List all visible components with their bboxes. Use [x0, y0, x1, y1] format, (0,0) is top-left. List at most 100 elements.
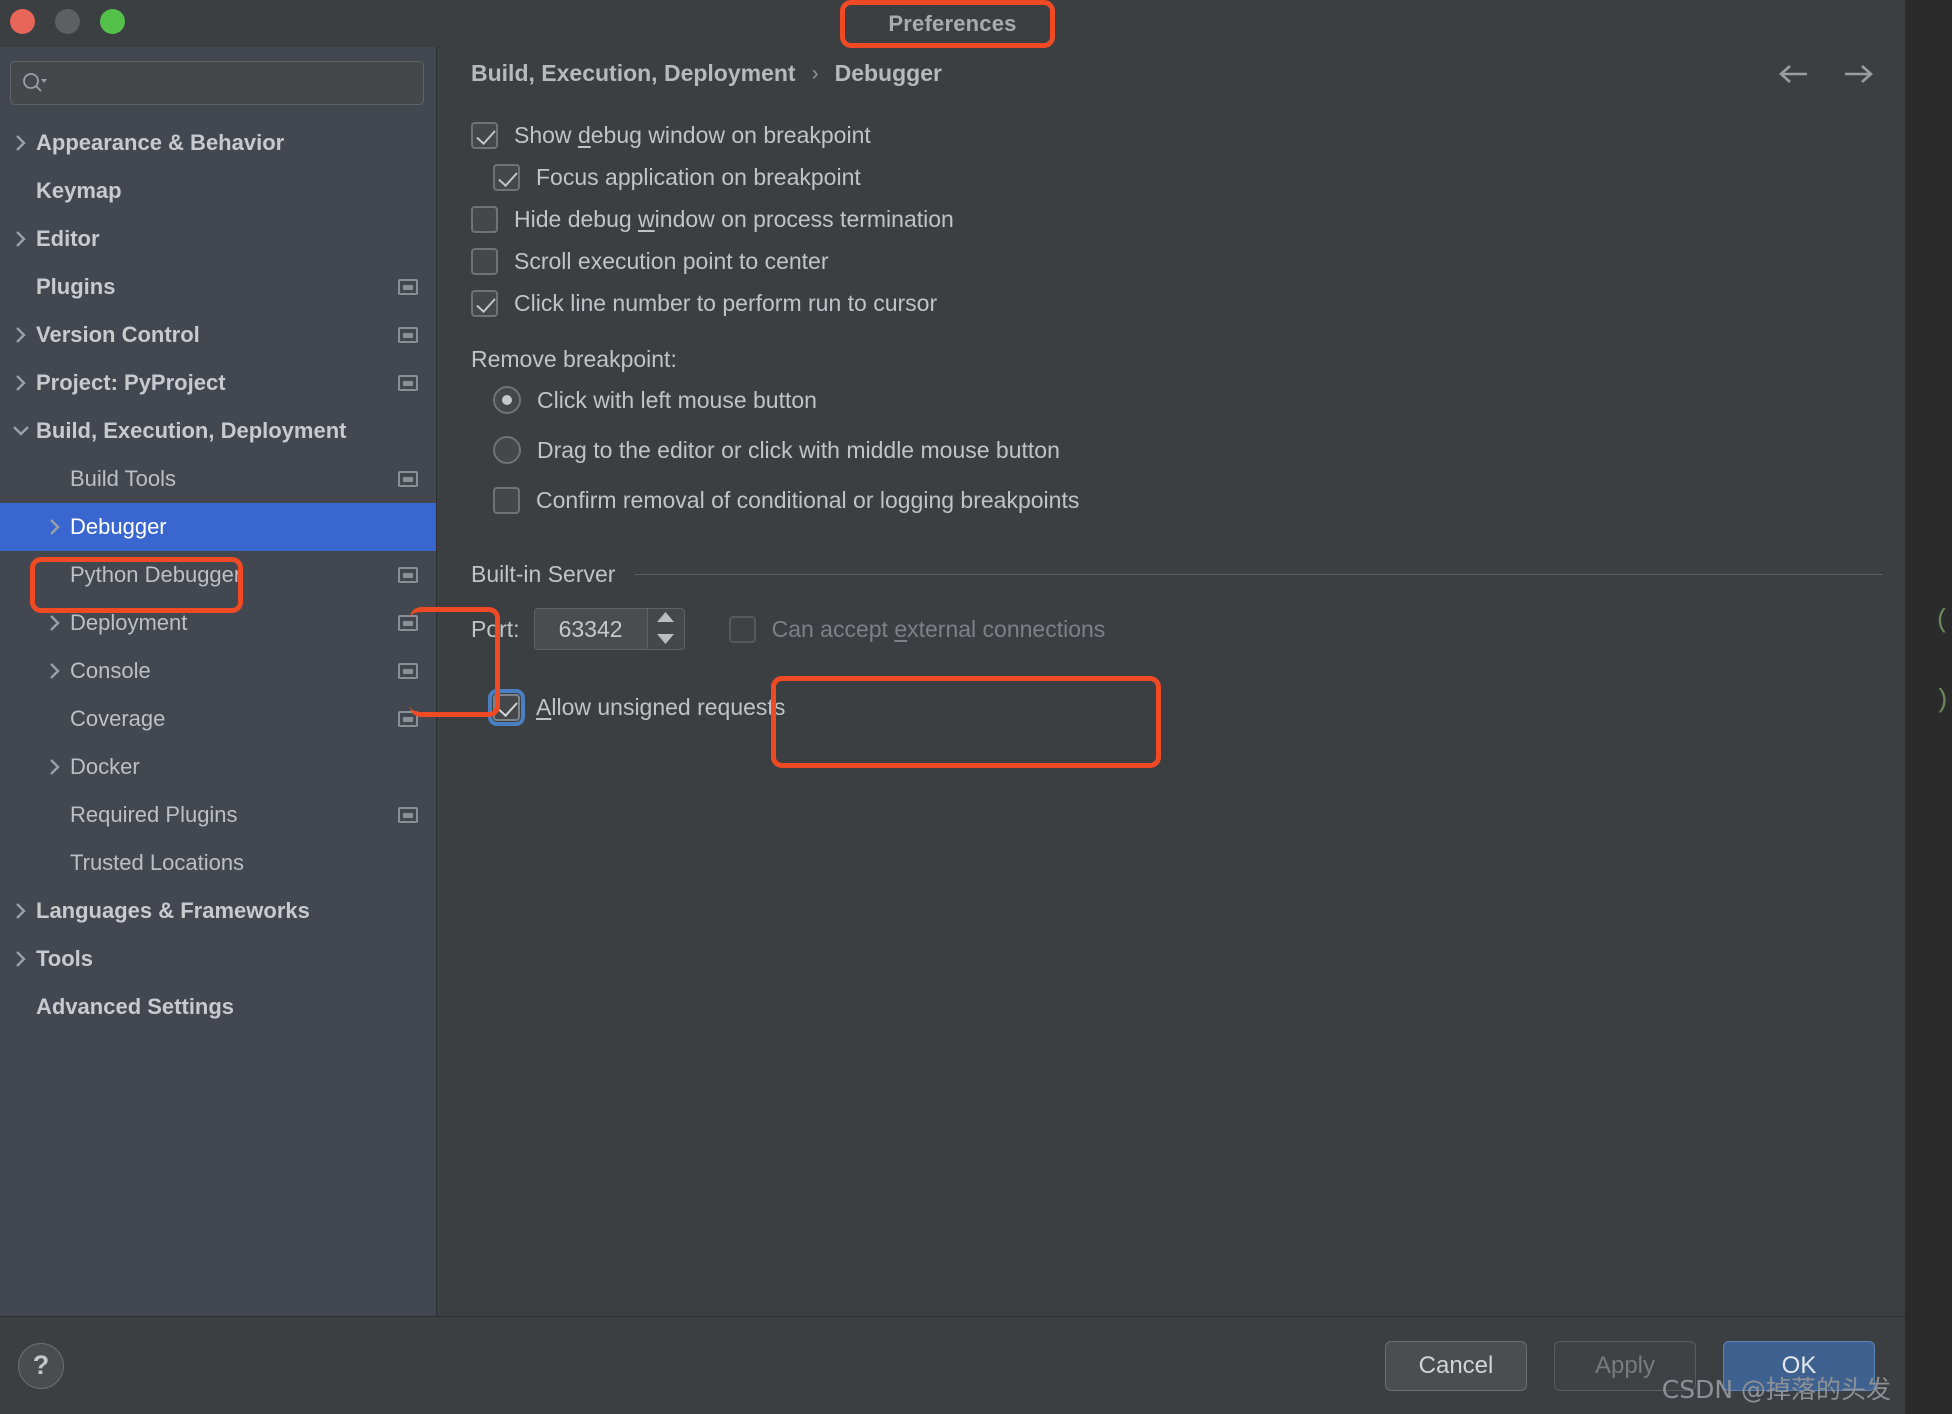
option-click-line-number[interactable]: Click line number to perform run to curs… [471, 282, 1905, 324]
option-scroll-execution-point[interactable]: Scroll execution point to center [471, 240, 1905, 282]
sidebar-item-label: Coverage [70, 706, 166, 731]
app-root: ( ) Preferences Appearance & Behavior Ke… [0, 0, 1952, 1414]
label-scroll-execution-point: Scroll execution point to center [514, 247, 829, 274]
port-stepper[interactable]: 63342 [533, 608, 685, 650]
sidebar-item-project-pyproject[interactable]: Project: PyProject [0, 359, 436, 407]
search-box[interactable] [10, 61, 424, 105]
sidebar-item-editor[interactable]: Editor [0, 215, 436, 263]
sidebar-item-label: Advanced Settings [36, 994, 235, 1019]
sidebar-item-appearance-behavior[interactable]: Appearance & Behavior [0, 119, 436, 167]
chevron-right-icon[interactable] [6, 228, 36, 250]
checkbox-allow-unsigned-requests[interactable] [488, 688, 525, 726]
settings-sidebar: Appearance & Behavior Keymap Editor Plugins… [0, 47, 500, 1316]
cancel-button[interactable]: Cancel [1385, 1340, 1527, 1391]
option-focus-application[interactable]: Focus application on breakpoint [493, 156, 1905, 198]
sidebar-item-tools[interactable]: Tools [0, 935, 436, 983]
breadcrumb-leaf: Debugger [834, 60, 942, 86]
chevron-right-icon[interactable] [40, 660, 70, 682]
sidebar-item-trusted-locations[interactable]: Trusted Locations [0, 839, 436, 887]
checkbox-click-line-number[interactable] [471, 289, 498, 317]
help-button[interactable]: ? [18, 1342, 64, 1389]
project-scope-icon [398, 567, 418, 583]
sidebar-item-label: Deployment [70, 610, 188, 635]
checkbox-confirm-removal[interactable] [493, 486, 520, 514]
sidebar-item-label: Build Tools [70, 466, 176, 491]
remove-breakpoint-label: Remove breakpoint: [471, 346, 677, 372]
dialog-titlebar: Preferences [0, 0, 1905, 48]
sidebar-item-label: Console [70, 658, 151, 683]
chevron-right-icon[interactable] [40, 516, 70, 538]
sidebar-item-label: Docker [70, 754, 140, 779]
checkbox-hide-debug-window[interactable] [471, 205, 498, 233]
sidebar-item-label: Trusted Locations [70, 850, 245, 875]
radio-click-left-mouse[interactable] [493, 386, 521, 414]
debugger-checkbox-group: Show debug window on breakpoint Focus ap… [471, 114, 1905, 324]
breadcrumb-separator-icon: › [811, 61, 819, 85]
forward-arrow-icon[interactable] [1841, 57, 1875, 91]
sidebar-item-deployment[interactable]: Deployment [0, 599, 436, 647]
chevron-right-icon[interactable] [40, 756, 70, 778]
sidebar-item-languages-frameworks[interactable]: Languages & Frameworks [0, 887, 436, 935]
settings-tree: Appearance & Behavior Keymap Editor Plugins… [0, 115, 436, 1316]
label-click-left-mouse: Click with left mouse button [537, 386, 817, 413]
back-arrow-icon[interactable] [1777, 57, 1811, 91]
checkbox-focus-application[interactable] [493, 163, 520, 191]
section-divider [635, 574, 1883, 575]
sidebar-item-label: Languages & Frameworks [36, 898, 310, 923]
port-stepper-arrows[interactable] [646, 609, 684, 649]
sidebar-item-label: Debugger [70, 514, 167, 539]
label-confirm-removal: Confirm removal of conditional or loggin… [536, 486, 1080, 513]
checkbox-external-connections [728, 615, 756, 643]
sidebar-item-advanced-settings[interactable]: Advanced Settings [0, 983, 436, 1031]
label-show-debug-window: Show debug window on breakpoint [514, 121, 871, 148]
search-input[interactable] [47, 72, 413, 94]
sidebar-item-version-control[interactable]: Version Control [0, 311, 436, 359]
project-scope-icon [398, 615, 418, 631]
option-drag-to-editor[interactable]: Drag to the editor or click with middle … [493, 429, 1905, 471]
sidebar-item-python-debugger[interactable]: Python Debugger [0, 551, 436, 599]
radio-drag-to-editor[interactable] [493, 436, 521, 464]
builtin-server-title: Built-in Server [471, 561, 616, 587]
option-allow-unsigned-requests[interactable]: Allow unsigned requests [488, 684, 1905, 730]
sidebar-item-plugins[interactable]: Plugins [0, 263, 436, 311]
project-scope-icon [398, 471, 418, 487]
search-container [0, 47, 436, 115]
dialog-body: Appearance & Behavior Keymap Editor Plugins… [0, 47, 1905, 1316]
sidebar-item-build-execution-deployment[interactable]: Build, Execution, Deployment [0, 407, 436, 455]
chevron-right-icon[interactable] [6, 948, 36, 970]
breadcrumb-root[interactable]: Build, Execution, Deployment [471, 60, 796, 87]
chevron-down-icon[interactable] [6, 423, 36, 439]
sidebar-item-docker[interactable]: Docker [0, 743, 436, 791]
port-row: Port: 63342 Can accept external connecti… [471, 606, 1905, 652]
breadcrumb: Build, Execution, Deployment › Debugger [437, 47, 1905, 100]
port-value[interactable]: 63342 [534, 609, 647, 649]
option-hide-debug-window[interactable]: Hide debug window on process termination [471, 198, 1905, 240]
builtin-server-section-header: Built-in Server [471, 561, 1905, 588]
label-focus-application: Focus application on breakpoint [536, 163, 861, 190]
sidebar-item-build-tools[interactable]: Build Tools [0, 455, 436, 503]
option-click-left-mouse[interactable]: Click with left mouse button [493, 379, 1905, 421]
sidebar-item-console[interactable]: Console [0, 647, 436, 695]
sidebar-item-required-plugins[interactable]: Required Plugins [0, 791, 436, 839]
stepper-down-icon[interactable] [657, 631, 675, 649]
project-scope-icon [398, 807, 418, 823]
option-show-debug-window[interactable]: Show debug window on breakpoint [471, 114, 1905, 156]
project-scope-icon [398, 279, 418, 295]
checkbox-scroll-execution-point[interactable] [471, 247, 498, 275]
stepper-up-icon[interactable] [657, 609, 675, 627]
sidebar-item-coverage[interactable]: Coverage [0, 695, 436, 743]
project-scope-icon [398, 375, 418, 391]
chevron-right-icon[interactable] [40, 612, 70, 634]
chevron-right-icon[interactable] [6, 324, 36, 346]
chevron-right-icon[interactable] [6, 132, 36, 154]
checkbox-show-debug-window[interactable] [471, 121, 498, 149]
sidebar-item-debugger[interactable]: Debugger [0, 503, 436, 551]
project-scope-icon [398, 663, 418, 679]
option-confirm-removal[interactable]: Confirm removal of conditional or loggin… [493, 479, 1905, 521]
chevron-right-icon[interactable] [6, 900, 36, 922]
sidebar-item-keymap[interactable]: Keymap [0, 167, 436, 215]
label-allow-unsigned-requests: Allow unsigned requests [536, 693, 786, 720]
chevron-right-icon[interactable] [6, 372, 36, 394]
sidebar-item-label: Version Control [36, 322, 200, 347]
